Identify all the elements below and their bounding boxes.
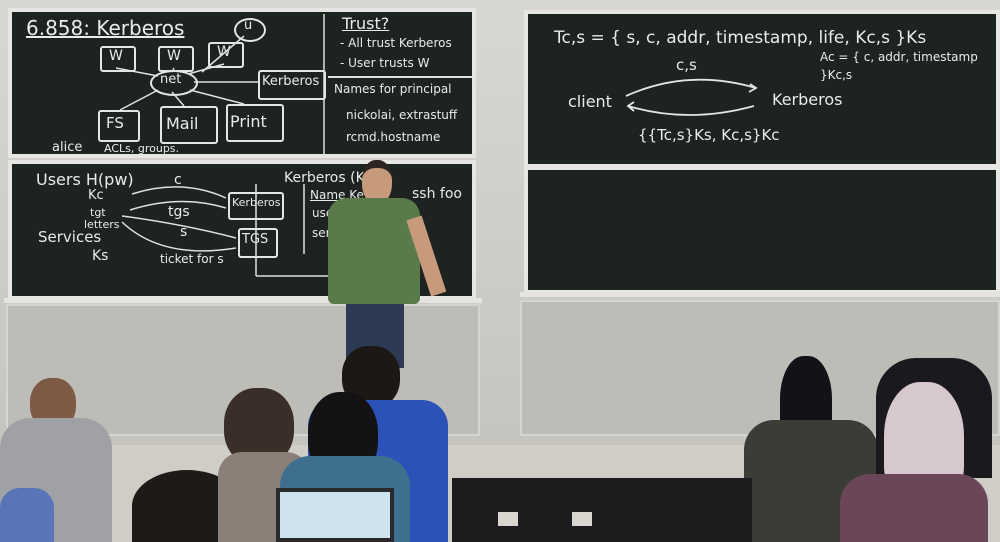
names-line-2: rcmd.hostname (346, 130, 441, 144)
client-kerberos-arrows (625, 78, 758, 116)
chalk-ledge-right (520, 292, 1000, 297)
student-left-blue (0, 488, 54, 542)
chalkboard-middle-right (524, 166, 1000, 294)
trust-heading: Trust? (342, 14, 390, 33)
trust-line-1: - All trust Kerberos (340, 36, 452, 50)
chalkboard-top-left: 6.858: Kerberos W W W u net Kerberos FS … (8, 8, 476, 158)
names-line-1: nickolai, extrastuff (346, 108, 458, 122)
chalkboard-top-right: Tc,s = { s, c, addr, timestamp, life, Kc… (524, 10, 1000, 168)
names-heading: Names for principal (334, 82, 452, 96)
student-headscarf (840, 382, 988, 542)
trust-line-2: - User trusts W (340, 56, 430, 70)
lecturer-shirt (328, 198, 420, 304)
front-desk (452, 478, 752, 542)
desk-outlet-2 (572, 512, 592, 526)
lecturer (318, 158, 448, 368)
laptop-screen (276, 488, 394, 542)
desk-outlet-1 (498, 512, 518, 526)
